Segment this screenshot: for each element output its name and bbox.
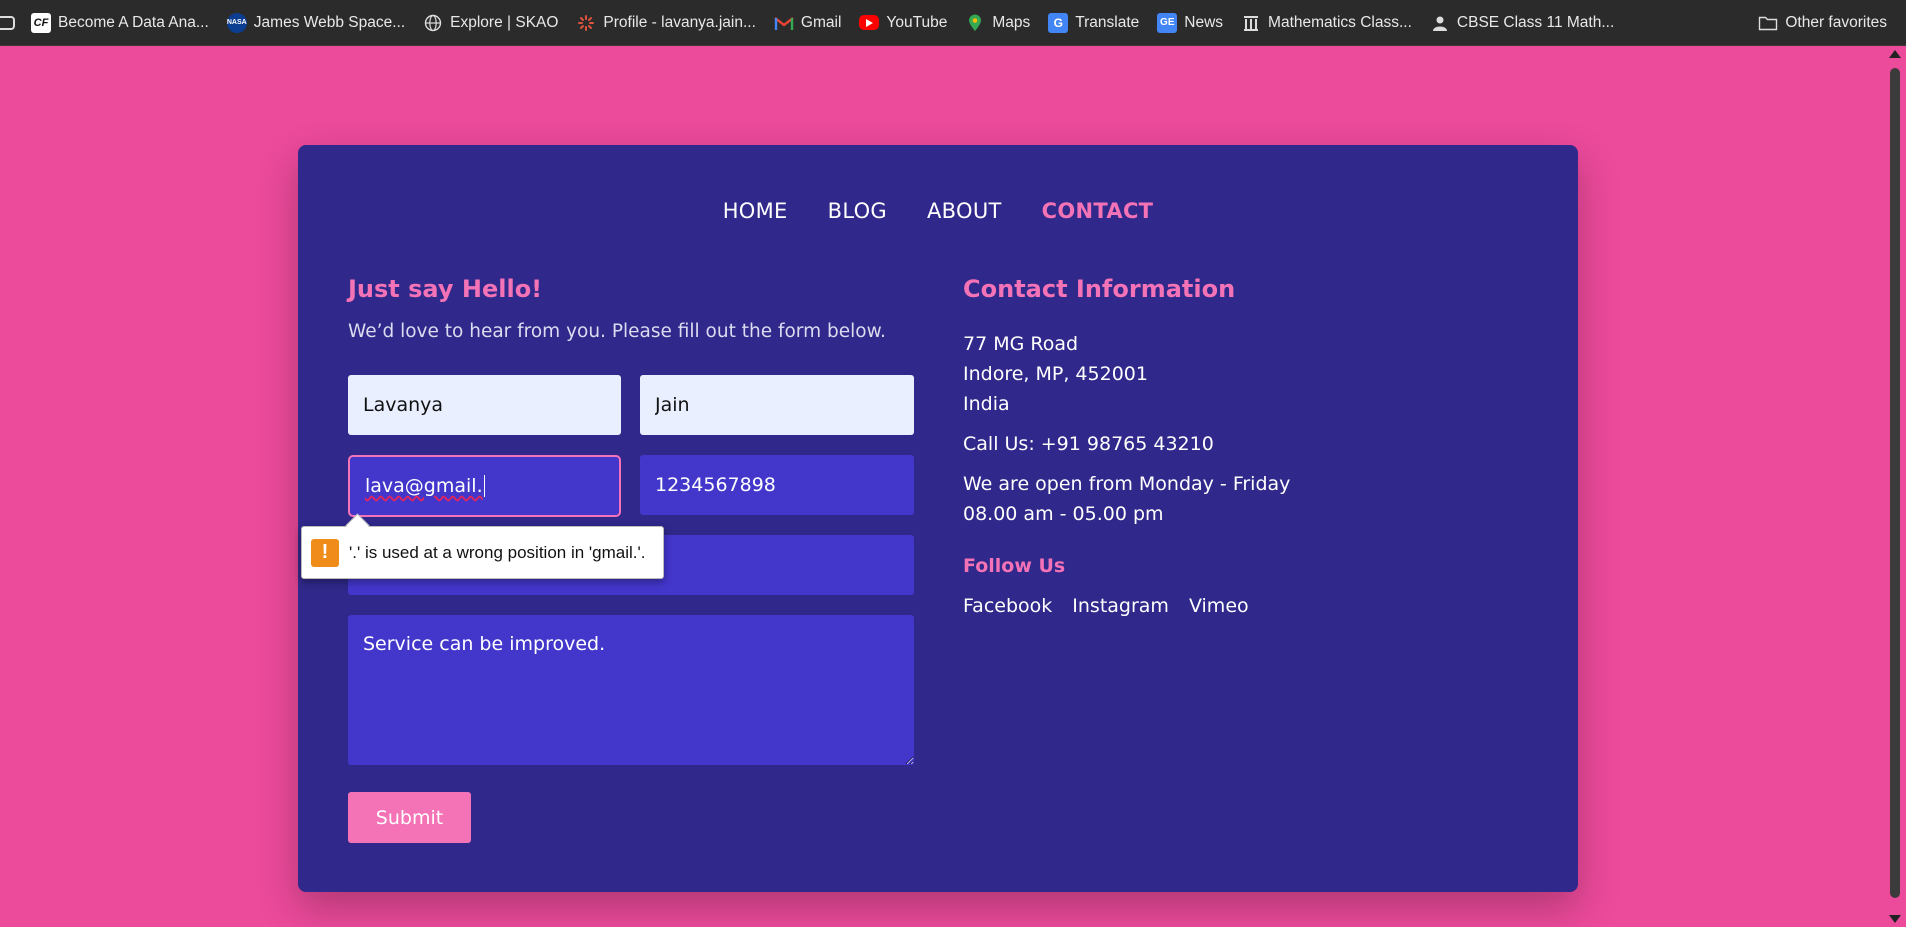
opening-hours: We are open from Monday - Friday 08.00 a… [963,469,1523,529]
translate-icon: G [1048,12,1069,33]
main-nav: HOME BLOG ABOUT CONTACT [298,199,1578,223]
address-line: India [963,393,1010,415]
bookmark-item[interactable]: CF Become A Data Ana... [22,8,218,38]
bookmark-item[interactable]: Explore | SKAO [414,8,567,38]
text-caret [483,475,485,497]
hours-line: 08.00 am - 05.00 pm [963,503,1164,525]
bookmark-item[interactable]: CBSE Class 11 Math... [1421,8,1623,38]
validation-message: '.' is used at a wrong position in 'gmai… [349,542,646,562]
facebook-link[interactable]: Facebook [963,595,1052,617]
address-line: Indore, MP, 452001 [963,363,1148,385]
vimeo-link[interactable]: Vimeo [1189,595,1249,617]
bookmark-item[interactable]: Profile - lavanya.jain... [567,8,765,38]
scroll-thumb[interactable] [1890,68,1900,898]
youtube-icon [859,15,880,30]
gmail-icon [774,13,794,33]
cf-icon: CF [31,12,51,33]
scroll-up-icon[interactable] [1889,50,1901,58]
form-subtext: We’d love to hear from you. Please fill … [348,321,886,342]
email-value: lava@gmail. [365,475,483,497]
phone-number: Call Us: +91 98765 43210 [963,433,1214,455]
maps-icon [965,13,985,33]
bookmarks-bar: CF Become A Data Ana... NASA James Webb … [0,0,1906,46]
last-name-input[interactable] [640,375,914,435]
folder-icon [1758,13,1778,33]
bookmark-item[interactable]: NASA James Webb Space... [218,8,414,38]
nasa-icon: NASA [226,12,247,33]
tab-actions-icon[interactable] [0,0,22,46]
bookmark-item[interactable]: GE News [1148,8,1232,38]
email-input[interactable]: lava@gmail. [348,455,621,517]
form-intro: Just say Hello! We’d love to hear from y… [348,275,914,342]
contact-card: HOME BLOG ABOUT CONTACT Just say Hello! … [298,145,1578,892]
building-icon [1241,13,1261,33]
nav-home[interactable]: HOME [723,199,788,223]
first-name-input[interactable] [348,375,621,435]
bookmark-item[interactable]: G Translate [1039,8,1148,38]
contact-info: Contact Information 77 MG Road Indore, M… [963,275,1523,617]
news-icon: GE [1157,12,1178,33]
address-line: 77 MG Road [963,333,1079,355]
social-links: Facebook Instagram Vimeo [963,595,1523,617]
scroll-down-icon[interactable] [1889,915,1901,923]
hours-line: We are open from Monday - Friday [963,473,1291,495]
nav-blog[interactable]: BLOG [828,199,887,223]
sparkle-icon [576,13,596,33]
nav-contact[interactable]: CONTACT [1042,199,1154,223]
globe-icon [423,13,443,33]
bookmark-item[interactable]: Maps [956,8,1039,38]
warning-icon: ! [311,538,339,567]
message-textarea[interactable]: Service can be improved. [348,615,914,765]
phone-input[interactable] [640,455,914,515]
nav-about[interactable]: ABOUT [927,199,1002,223]
bookmark-item[interactable]: Gmail [765,8,850,38]
instagram-link[interactable]: Instagram [1072,595,1169,617]
follow-heading: Follow Us [963,555,1066,577]
contact-heading: Contact Information [963,275,1236,303]
bookmark-item[interactable]: Mathematics Class... [1232,8,1421,38]
page-scrollbar[interactable] [1884,46,1906,927]
submit-button[interactable]: Submit [348,792,471,843]
validation-tooltip: ! '.' is used at a wrong position in 'gm… [301,526,664,579]
person-icon [1430,13,1450,33]
bookmark-item[interactable]: YouTube [850,8,956,38]
form-heading: Just say Hello! [348,275,543,303]
other-favorites[interactable]: Other favorites [1749,8,1896,38]
address: 77 MG Road Indore, MP, 452001 India [963,329,1523,419]
